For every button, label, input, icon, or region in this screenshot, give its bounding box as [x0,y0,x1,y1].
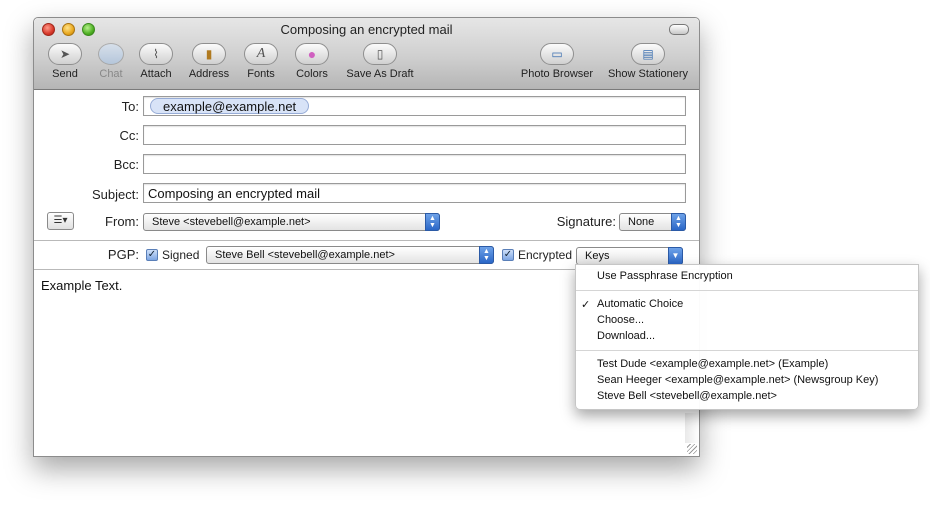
show-stationery-label: Show Stationery [607,68,689,80]
draft-icon: ▯ [363,43,397,65]
menu-separator [576,350,918,351]
bcc-field[interactable] [143,154,686,174]
to-field[interactable]: example@example.net [143,96,686,116]
header-options-button[interactable]: ☰▾ [47,212,74,230]
bcc-label: Bcc: [113,157,139,172]
scrollbar[interactable] [685,413,699,443]
signature-popup[interactable]: None ▲ ▼ [619,213,686,231]
fonts-label: Fonts [247,68,275,80]
updown-arrows-icon: ▲ ▼ [479,246,494,264]
menu-item-key[interactable]: Test Dude <example@example.net> (Example… [597,358,828,370]
menu-item-key[interactable]: Steve Bell <stevebell@example.net> [597,390,777,402]
menu-item-automatic-choice[interactable]: Automatic Choice [597,298,683,310]
updown-arrows-icon: ▲ ▼ [671,213,686,231]
chat-label: Chat [99,68,123,80]
chevron-down-icon: ▼ [668,247,683,265]
signature-label: Signature: [556,214,616,229]
signed-label: Signed [162,248,200,262]
chat-icon [98,43,124,65]
to-label: To: [121,99,139,114]
send-icon: ➤ [48,43,82,65]
menu-item-choose[interactable]: Choose... [597,314,644,326]
keys-dropdown-menu: Use Passphrase Encryption ✓ Automatic Ch… [575,264,919,410]
save-as-draft-label: Save As Draft [346,68,414,80]
window-title: Composing an encrypted mail [280,22,453,37]
menu-item-download[interactable]: Download... [597,330,655,342]
resize-grip[interactable] [687,444,697,454]
encrypted-checkbox[interactable]: ✓ [502,249,514,261]
paperclip-icon: ⌇ [139,43,173,65]
header-divider [34,240,699,241]
cc-field[interactable] [143,125,686,145]
signer-value: Steve Bell <stevebell@example.net> [215,249,395,261]
toolbar: Composing an encrypted mail ➤ Send Chat … [34,18,699,90]
cc-label: Cc: [119,128,140,143]
keys-value: Keys [585,250,610,262]
address-button[interactable]: ▮ Address [186,43,232,80]
show-stationery-button[interactable]: ▤ Show Stationery [605,43,691,80]
save-as-draft-button[interactable]: ▯ Save As Draft [342,43,418,80]
recipient-token[interactable]: example@example.net [150,98,310,114]
subject-label: Subject: [92,187,139,202]
menu-item-key[interactable]: Sean Heeger <example@example.net> (Newsg… [597,374,878,386]
keys-popup[interactable]: Keys ▼ [576,247,683,265]
fonts-icon: A [244,43,278,65]
address-label: Address [188,68,230,80]
send-button[interactable]: ➤ Send [45,43,85,80]
photo-browser-icon: ▭ [540,43,574,65]
signature-value: None [628,216,655,228]
menu-separator [576,290,918,291]
toolbar-toggle-button[interactable] [669,24,689,35]
from-value: Steve <stevebell@example.net> [152,216,311,228]
color-wheel-icon: ● [295,43,329,65]
from-popup[interactable]: Steve <stevebell@example.net> ▲ ▼ [143,213,440,231]
send-label: Send [52,68,78,80]
photo-browser-button[interactable]: ▭ Photo Browser [518,43,596,80]
pgp-label: PGP: [107,247,139,262]
attach-label: Attach [140,68,172,80]
encrypted-label: Encrypted [518,248,573,262]
from-label: From: [105,214,139,229]
chat-button[interactable]: Chat [92,43,130,80]
updown-arrows-icon: ▲ ▼ [425,213,440,231]
subject-value: Composing an encrypted mail [148,186,320,201]
colors-button[interactable]: ● Colors [292,43,332,80]
fonts-button[interactable]: A Fonts [241,43,281,80]
signer-popup[interactable]: Steve Bell <stevebell@example.net> ▲ ▼ [206,246,494,264]
colors-label: Colors [296,68,328,80]
signed-checkbox[interactable]: ✓ [146,249,158,261]
photo-browser-label: Photo Browser [520,68,594,80]
menu-item-passphrase[interactable]: Use Passphrase Encryption [597,270,733,282]
checkmark-icon: ✓ [581,299,591,311]
stationery-icon: ▤ [631,43,665,65]
subject-field[interactable]: Composing an encrypted mail [143,183,686,203]
attach-button[interactable]: ⌇ Attach [136,43,176,80]
address-book-icon: ▮ [192,43,226,65]
message-body[interactable]: Example Text. [41,278,122,293]
